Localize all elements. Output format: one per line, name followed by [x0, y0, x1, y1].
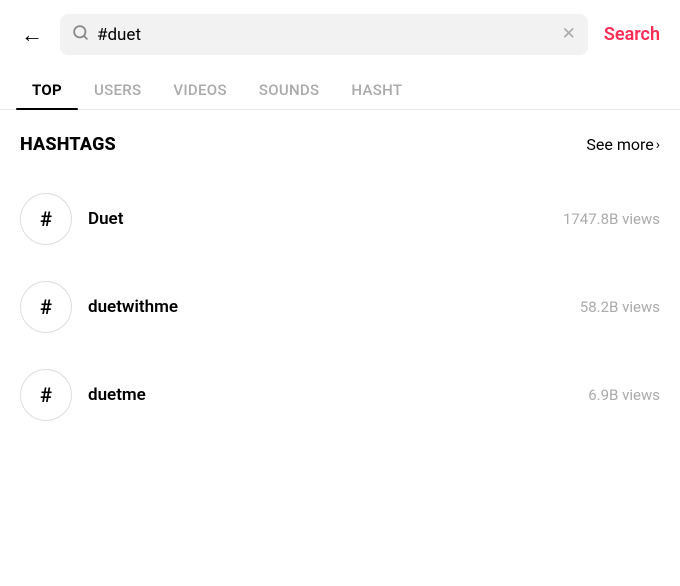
- search-button[interactable]: Search: [600, 24, 664, 45]
- hashtag-icon: #: [20, 193, 72, 245]
- tab-users[interactable]: USERS: [78, 69, 157, 109]
- clear-icon[interactable]: ✕: [562, 26, 576, 43]
- list-item[interactable]: # duetme 6.9B views: [20, 351, 660, 439]
- hashtag-views: 58.2B views: [580, 298, 660, 316]
- tab-sounds[interactable]: SOUNDS: [243, 69, 336, 109]
- hashtag-views: 1747.8B views: [563, 210, 660, 228]
- search-bar: ✕: [60, 14, 588, 55]
- chevron-right-icon: ›: [656, 137, 660, 153]
- hashtags-section-header: HASHTAGS See more ›: [20, 134, 660, 155]
- tab-top[interactable]: TOP: [16, 69, 78, 109]
- search-icon: [72, 24, 89, 45]
- main-content: HASHTAGS See more › # Duet 1747.8B views…: [0, 110, 680, 439]
- hashtag-name: duetwithme: [88, 297, 564, 317]
- hashtag-name: Duet: [88, 209, 547, 229]
- hashtag-info: duetme: [88, 385, 572, 405]
- see-more-label: See more: [586, 135, 653, 154]
- hashtag-info: duetwithme: [88, 297, 564, 317]
- header: ← ✕ Search: [0, 0, 680, 69]
- hashtag-icon: #: [20, 281, 72, 333]
- tab-videos[interactable]: VIDEOS: [157, 69, 242, 109]
- back-button[interactable]: ←: [16, 19, 48, 51]
- see-more-button[interactable]: See more ›: [586, 135, 660, 154]
- tabs-bar: TOP USERS VIDEOS SOUNDS HASHT: [0, 69, 680, 110]
- list-item[interactable]: # Duet 1747.8B views: [20, 175, 660, 263]
- hashtag-views: 6.9B views: [588, 386, 660, 404]
- hashtag-icon: #: [20, 369, 72, 421]
- hashtag-name: duetme: [88, 385, 572, 405]
- section-title: HASHTAGS: [20, 134, 116, 155]
- search-input[interactable]: [97, 25, 554, 45]
- tab-hashtags[interactable]: HASHT: [335, 69, 418, 109]
- back-arrow-icon: ←: [21, 22, 43, 48]
- hashtag-list: # Duet 1747.8B views # duetwithme 58.2B …: [20, 175, 660, 439]
- hashtag-info: Duet: [88, 209, 547, 229]
- list-item[interactable]: # duetwithme 58.2B views: [20, 263, 660, 351]
